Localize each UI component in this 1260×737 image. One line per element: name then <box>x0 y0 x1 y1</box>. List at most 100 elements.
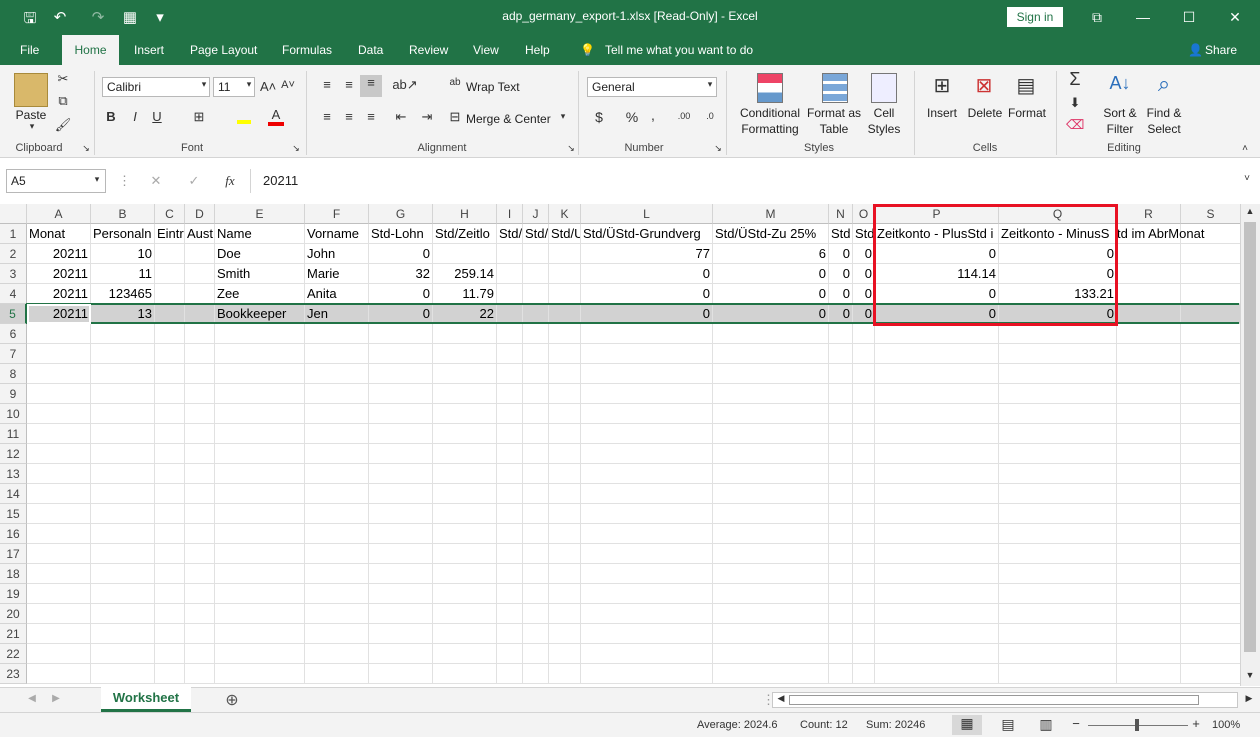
empty-cell[interactable] <box>1117 384 1181 404</box>
empty-cell[interactable] <box>215 424 305 444</box>
empty-cell[interactable] <box>433 484 497 504</box>
empty-cell[interactable] <box>581 504 713 524</box>
find-select-icon[interactable]: ⌕ <box>1150 71 1178 97</box>
cell-g2[interactable]: 0 <box>369 244 433 264</box>
empty-cell[interactable] <box>305 444 369 464</box>
cell-h3[interactable]: 259.14 <box>433 264 497 284</box>
empty-cell[interactable] <box>1181 524 1241 544</box>
empty-cell[interactable] <box>713 624 829 644</box>
empty-cell[interactable] <box>523 524 549 544</box>
empty-cell[interactable] <box>853 444 875 464</box>
empty-cell[interactable] <box>155 404 185 424</box>
comma-button[interactable]: , <box>648 107 658 123</box>
share-button[interactable]: Share <box>1205 43 1237 57</box>
empty-cell[interactable] <box>215 464 305 484</box>
empty-cell[interactable] <box>581 344 713 364</box>
empty-cell[interactable] <box>185 624 215 644</box>
select-all-corner[interactable] <box>0 204 27 224</box>
empty-cell[interactable] <box>155 504 185 524</box>
empty-cell[interactable] <box>853 404 875 424</box>
empty-cell[interactable] <box>91 364 155 384</box>
empty-cell[interactable] <box>185 364 215 384</box>
empty-cell[interactable] <box>27 444 91 464</box>
cell-k1[interactable]: Std/U <box>549 224 581 244</box>
empty-cell[interactable] <box>1117 424 1181 444</box>
top-align-icon[interactable]: ≡ <box>318 77 336 92</box>
row-header-16[interactable]: 16 <box>0 524 27 544</box>
column-header-o[interactable]: O <box>853 204 875 224</box>
empty-cell[interactable] <box>523 384 549 404</box>
empty-cell[interactable] <box>853 464 875 484</box>
empty-cell[interactable] <box>549 624 581 644</box>
empty-cell[interactable] <box>523 504 549 524</box>
empty-cell[interactable] <box>369 524 433 544</box>
empty-cell[interactable] <box>497 344 523 364</box>
cell-c1[interactable]: Eintr <box>155 224 185 244</box>
merge-center-icon[interactable]: ⊟ <box>448 109 462 125</box>
empty-cell[interactable] <box>185 424 215 444</box>
empty-cell[interactable] <box>581 604 713 624</box>
orientation-icon[interactable]: ab↗ <box>392 77 418 93</box>
column-header-h[interactable]: H <box>433 204 497 224</box>
empty-cell[interactable] <box>369 464 433 484</box>
empty-cell[interactable] <box>829 644 853 664</box>
align-right-icon[interactable]: ≡ <box>362 109 380 124</box>
empty-cell[interactable] <box>27 464 91 484</box>
new-sheet-icon[interactable]: ⊕ <box>222 690 242 710</box>
cell-c4[interactable] <box>155 284 185 304</box>
empty-cell[interactable] <box>999 444 1117 464</box>
empty-cell[interactable] <box>91 464 155 484</box>
empty-cell[interactable] <box>27 324 91 344</box>
cell-h2[interactable] <box>433 244 497 264</box>
empty-cell[interactable] <box>91 504 155 524</box>
empty-cell[interactable] <box>369 364 433 384</box>
column-header-f[interactable]: F <box>305 204 369 224</box>
empty-cell[interactable] <box>215 344 305 364</box>
empty-cell[interactable] <box>369 544 433 564</box>
paste-icon[interactable] <box>14 73 48 107</box>
tab-home[interactable]: Home <box>62 35 119 65</box>
empty-cell[interactable] <box>91 404 155 424</box>
empty-cell[interactable] <box>875 364 999 384</box>
empty-cell[interactable] <box>215 484 305 504</box>
empty-cell[interactable] <box>853 544 875 564</box>
empty-cell[interactable] <box>829 484 853 504</box>
column-header-g[interactable]: G <box>369 204 433 224</box>
empty-cell[interactable] <box>713 564 829 584</box>
empty-cell[interactable] <box>305 644 369 664</box>
empty-cell[interactable] <box>91 344 155 364</box>
expand-formula-bar-icon[interactable]: ˅ <box>1240 173 1254 184</box>
cell-r1[interactable]: td im AbrMonat <box>1117 224 1204 244</box>
empty-cell[interactable] <box>305 664 369 684</box>
cell-k4[interactable] <box>549 284 581 304</box>
empty-cell[interactable] <box>369 384 433 404</box>
column-header-i[interactable]: I <box>497 204 523 224</box>
empty-cell[interactable] <box>853 664 875 684</box>
empty-cell[interactable] <box>305 464 369 484</box>
empty-cell[interactable] <box>523 404 549 424</box>
empty-cell[interactable] <box>549 664 581 684</box>
empty-cell[interactable] <box>215 544 305 564</box>
empty-cell[interactable] <box>155 584 185 604</box>
number-format-dropdown-icon[interactable]: ▾ <box>705 79 715 90</box>
tab-help[interactable]: Help <box>525 43 550 57</box>
autosum-icon[interactable]: Σ <box>1066 69 1084 90</box>
empty-cell[interactable] <box>829 384 853 404</box>
empty-cell[interactable] <box>829 344 853 364</box>
empty-cell[interactable] <box>829 604 853 624</box>
cell-l2[interactable]: 77 <box>581 244 713 264</box>
empty-cell[interactable] <box>523 364 549 384</box>
empty-cell[interactable] <box>155 544 185 564</box>
empty-cell[interactable] <box>999 644 1117 664</box>
empty-cell[interactable] <box>27 384 91 404</box>
cell-j3[interactable] <box>523 264 549 284</box>
empty-cell[interactable] <box>433 564 497 584</box>
empty-cell[interactable] <box>433 544 497 564</box>
cell-c3[interactable] <box>155 264 185 284</box>
cell-k3[interactable] <box>549 264 581 284</box>
decrease-font-icon[interactable]: A˅ <box>280 79 296 91</box>
empty-cell[interactable] <box>999 564 1117 584</box>
empty-cell[interactable] <box>875 564 999 584</box>
cell-f4[interactable]: Anita <box>305 284 369 304</box>
empty-cell[interactable] <box>305 424 369 444</box>
